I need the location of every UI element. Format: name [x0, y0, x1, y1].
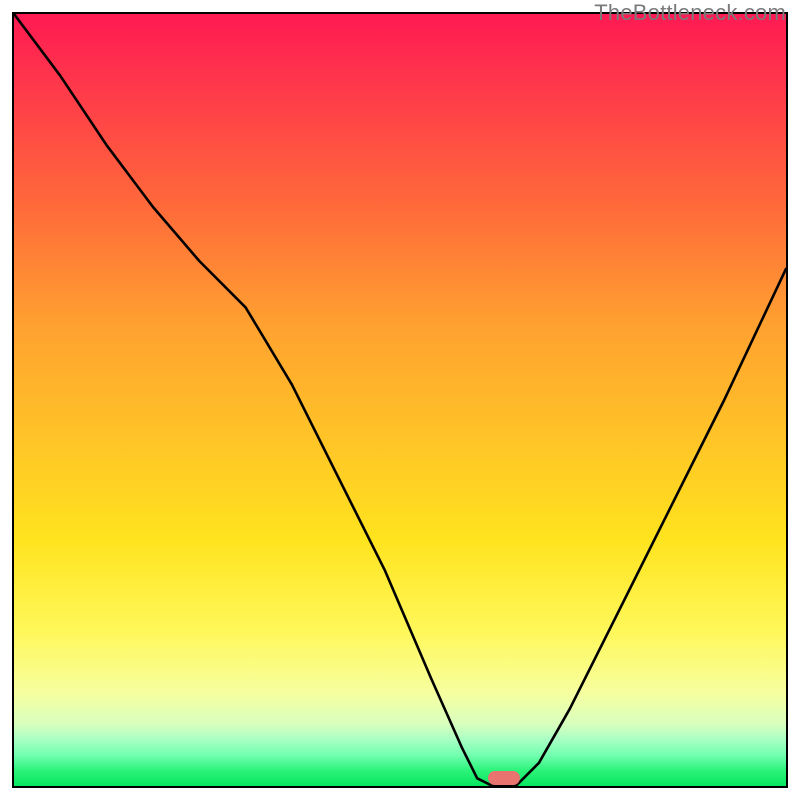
watermark-text: TheBottleneck.com: [594, 0, 786, 26]
plot-area: [12, 12, 788, 788]
bottleneck-chart: TheBottleneck.com: [0, 0, 800, 800]
optimal-marker: [488, 771, 520, 785]
curve-svg: [14, 14, 786, 786]
bottleneck-curve-path: [14, 14, 786, 786]
